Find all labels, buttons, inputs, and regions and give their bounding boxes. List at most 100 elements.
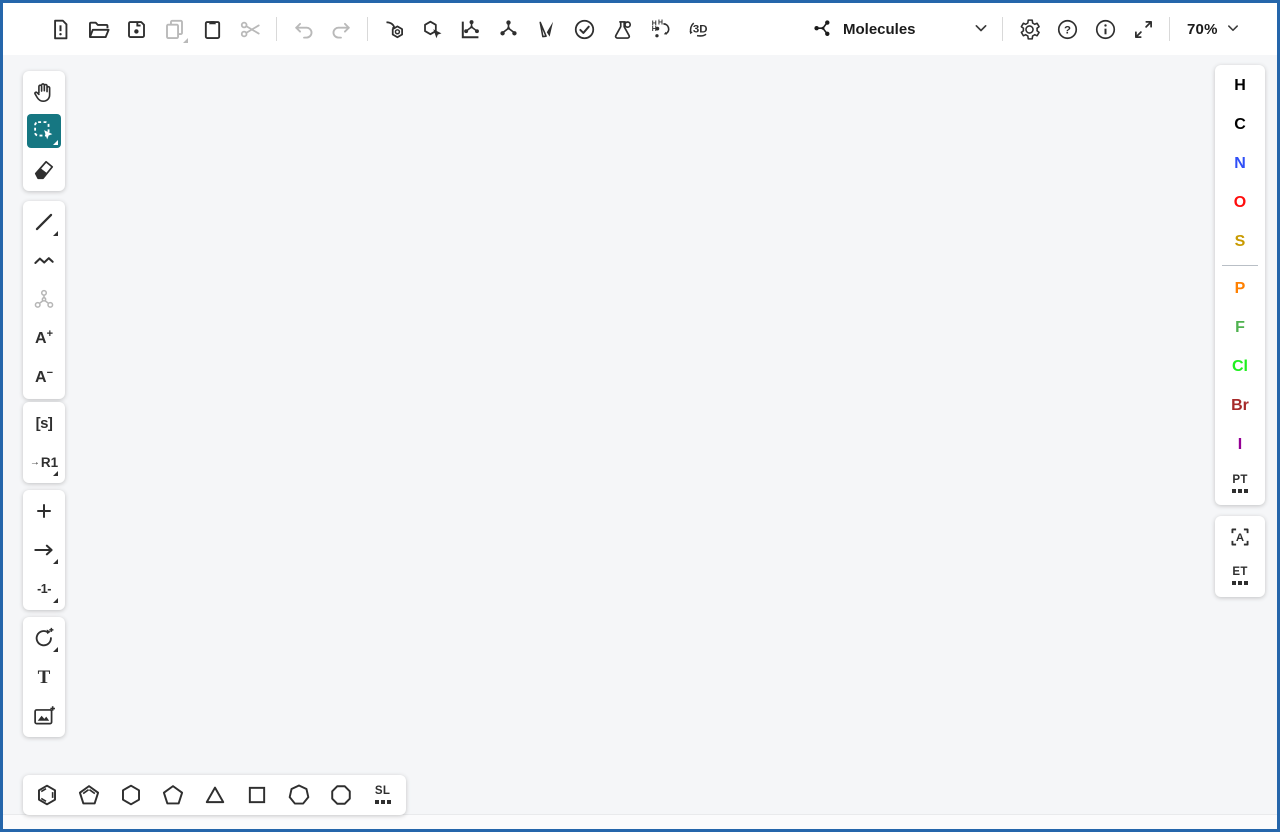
clean-up-button[interactable] xyxy=(415,12,449,46)
s-group-label: [s] xyxy=(36,415,53,432)
left-toolbar-group-sgroup: [s] →R1 xyxy=(23,402,65,483)
left-toolbar-group-select xyxy=(23,71,65,191)
reaction-arrow-tool-button[interactable] xyxy=(27,533,61,567)
open-button[interactable] xyxy=(81,12,115,46)
left-toolbar-group-bond: A+ A− xyxy=(23,201,65,399)
svg-text:H: H xyxy=(658,19,663,26)
text-tool-button[interactable]: T xyxy=(27,660,61,694)
extended-table-button[interactable]: ET xyxy=(1223,559,1257,593)
stereo-wedges-icon xyxy=(534,17,559,42)
clipboard-icon xyxy=(200,17,225,42)
layout-button[interactable] xyxy=(377,12,411,46)
atom-button-f[interactable]: F xyxy=(1223,311,1257,345)
about-button[interactable] xyxy=(1088,12,1122,46)
atom-button-n[interactable]: N xyxy=(1223,147,1257,181)
charge-minus-tool-button[interactable]: A− xyxy=(27,361,61,395)
mode-selector-label: Molecules xyxy=(843,21,916,38)
structure-library-button[interactable]: SL xyxy=(363,778,402,812)
atom-button-o[interactable]: O xyxy=(1223,186,1257,220)
copy-icon xyxy=(162,17,187,42)
atom-symbol: Cl xyxy=(1232,358,1248,376)
r-group-tool-button[interactable]: →R1 xyxy=(27,445,61,479)
copy-button[interactable] xyxy=(157,12,191,46)
reaction-mapping-tool-button[interactable]: -1- xyxy=(27,572,61,606)
drawing-canvas[interactable] xyxy=(3,55,1277,815)
attachment-arrow-icon: → xyxy=(30,457,40,468)
atom-button-h[interactable]: H xyxy=(1223,69,1257,103)
redo-button[interactable] xyxy=(324,12,358,46)
template-cyclopropane-button[interactable] xyxy=(195,778,234,812)
template-cyclooctane-button[interactable] xyxy=(321,778,360,812)
gear-icon xyxy=(1017,17,1042,42)
hand-tool-button[interactable] xyxy=(27,75,61,109)
cut-button[interactable] xyxy=(233,12,267,46)
toolbar-separator xyxy=(1169,17,1170,41)
dearomatize-button[interactable] xyxy=(491,12,525,46)
template-cyclohexane-button[interactable] xyxy=(111,778,150,812)
template-cyclopentane-button[interactable] xyxy=(153,778,192,812)
zoom-control-dropdown[interactable]: 70% xyxy=(1179,12,1244,46)
add-image-tool-button[interactable] xyxy=(27,699,61,733)
atom-symbol: C xyxy=(1234,116,1246,134)
floppy-disk-icon xyxy=(124,17,149,42)
paste-button[interactable] xyxy=(195,12,229,46)
atom-panel-separator xyxy=(1222,265,1258,266)
chain-tool-button[interactable] xyxy=(27,244,61,278)
clear-canvas-button[interactable] xyxy=(43,12,77,46)
atom-button-i[interactable]: I xyxy=(1223,428,1257,462)
calculated-values-button[interactable] xyxy=(605,12,639,46)
redo-arrow-icon xyxy=(329,17,354,42)
extended-table-icon: ET xyxy=(1232,567,1248,585)
svg-text:?: ? xyxy=(1064,24,1071,36)
reaction-plus-tool-button[interactable] xyxy=(27,494,61,528)
bracketed-atom-icon: A xyxy=(1227,524,1253,550)
stereochemistry-tool-button[interactable] xyxy=(27,283,61,317)
atom-button-s[interactable]: S xyxy=(1223,225,1257,259)
template-cyclobutane-button[interactable] xyxy=(237,778,276,812)
save-button[interactable] xyxy=(119,12,153,46)
chevron-down-icon xyxy=(1224,19,1242,40)
aromatize-button[interactable] xyxy=(453,12,487,46)
bond-tool-button[interactable] xyxy=(27,205,61,239)
s-group-tool-button[interactable]: [s] xyxy=(27,406,61,440)
stereo-molecule-icon xyxy=(31,287,57,313)
undo-button[interactable] xyxy=(286,12,320,46)
check-structure-button[interactable] xyxy=(567,12,601,46)
hexagon-ring-icon xyxy=(118,782,144,808)
arrow-into-hexagon-icon xyxy=(382,17,407,42)
atom-button-cl[interactable]: Cl xyxy=(1223,350,1257,384)
help-button[interactable]: ? xyxy=(1050,12,1084,46)
charge-plus-tool-button[interactable]: A+ xyxy=(27,322,61,356)
atom-button-br[interactable]: Br xyxy=(1223,389,1257,423)
erase-tool-button[interactable] xyxy=(27,153,61,187)
bottom-template-toolbar: SL xyxy=(23,775,406,815)
any-atom-button[interactable]: A xyxy=(1223,520,1257,554)
rotate-tool-button[interactable] xyxy=(27,621,61,655)
octagon-ring-icon xyxy=(328,782,354,808)
atom-symbol: H xyxy=(1234,77,1246,95)
minus-sign: − xyxy=(47,368,53,379)
info-circle-icon xyxy=(1093,17,1118,42)
periodic-table-button[interactable]: PT xyxy=(1223,467,1257,501)
mode-selector-dropdown[interactable]: Molecules xyxy=(805,11,997,47)
template-cyclopentadiene-button[interactable] xyxy=(69,778,108,812)
selection-tool-button[interactable] xyxy=(27,114,61,148)
plus-icon xyxy=(32,499,56,523)
template-cycloheptane-button[interactable] xyxy=(279,778,318,812)
cyclopentadiene-ring-icon xyxy=(76,782,102,808)
r-group-label: R1 xyxy=(41,455,58,470)
atom-symbol: P xyxy=(1235,280,1246,298)
molecule-nodes-icon xyxy=(496,17,521,42)
fullscreen-button[interactable] xyxy=(1126,12,1160,46)
settings-button[interactable] xyxy=(1012,12,1046,46)
square-ring-icon xyxy=(244,782,270,808)
explicit-hydrogens-button[interactable]: HHH xyxy=(643,12,677,46)
plus-sign: + xyxy=(47,329,53,340)
atom-button-c[interactable]: C xyxy=(1223,108,1257,142)
template-benzene-button[interactable] xyxy=(27,778,66,812)
calculate-cip-button[interactable] xyxy=(529,12,563,46)
benzene-ring-icon xyxy=(34,782,60,808)
atom-button-p[interactable]: P xyxy=(1223,272,1257,306)
canvas-footer-strip xyxy=(3,814,1277,829)
3d-viewer-button[interactable]: 3D xyxy=(681,12,715,46)
